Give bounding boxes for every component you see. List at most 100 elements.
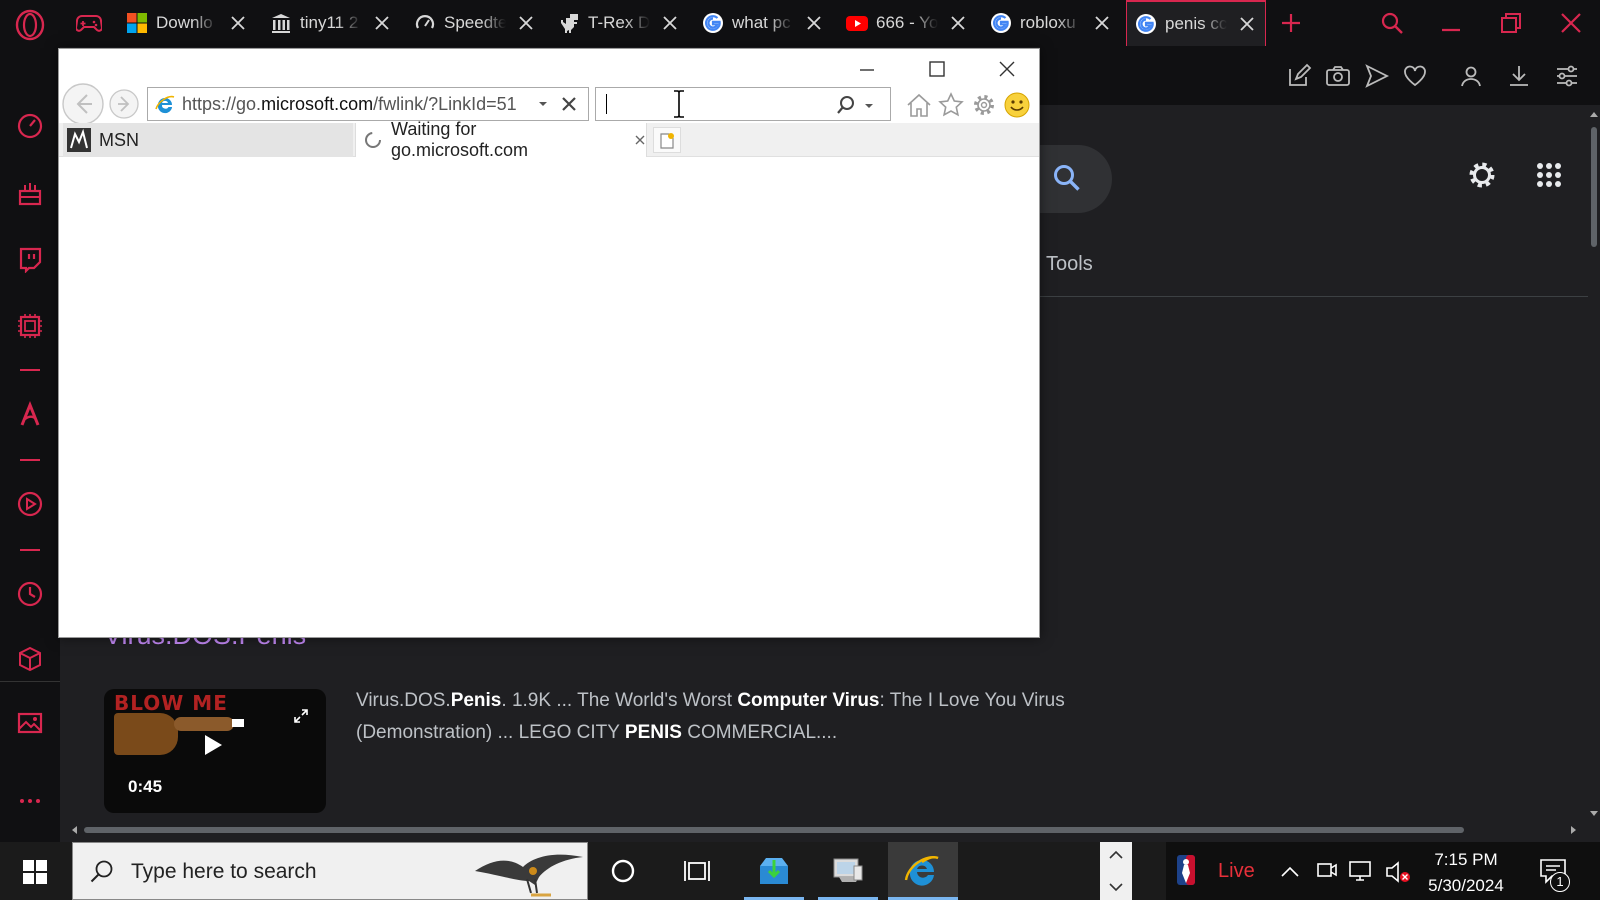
live-score-badge[interactable]: Live (1218, 860, 1255, 883)
minimize-icon[interactable] (1440, 12, 1462, 34)
extensions-cube-icon[interactable] (16, 645, 44, 673)
close-tab-icon[interactable] (374, 15, 390, 31)
horizontal-scrollbar-thumb[interactable] (84, 827, 1464, 833)
new-tab-plus-icon[interactable] (1280, 12, 1302, 34)
close-tab-icon[interactable] (662, 15, 678, 31)
ie-minimize-icon[interactable] (855, 57, 879, 81)
volume-muted-icon[interactable] (1384, 858, 1412, 886)
snippet-bold: PENIS (624, 722, 682, 743)
scroll-up-arrow-icon[interactable] (1590, 111, 1598, 119)
close-tab-icon[interactable] (806, 15, 822, 31)
ie-tab-loading[interactable]: Waiting for go.microsoft.com (355, 119, 647, 160)
ie-address-bar[interactable]: https://go.microsoft.com/fwlink/?LinkId=… (147, 87, 589, 121)
gallery-image-icon[interactable] (16, 709, 44, 737)
expand-icon[interactable] (294, 709, 308, 723)
favorites-star-icon[interactable] (937, 91, 965, 119)
camera-icon[interactable] (1325, 63, 1351, 89)
close-tab-icon[interactable] (1094, 15, 1110, 31)
close-tab-icon[interactable] (950, 15, 966, 31)
sidebar-divider (20, 549, 40, 551)
send-icon[interactable] (1364, 63, 1390, 89)
tools-gear-icon[interactable] (970, 91, 998, 119)
search-tabs-icon[interactable] (1380, 11, 1404, 35)
gift-cake-icon[interactable] (16, 179, 44, 207)
cortana-circle-icon[interactable] (610, 858, 636, 884)
opera-tab-1[interactable]: Downlo (118, 0, 262, 46)
history-clock-icon[interactable] (16, 580, 44, 608)
close-tab-icon[interactable] (230, 15, 246, 31)
player-play-icon[interactable] (16, 490, 44, 518)
home-icon[interactable] (905, 91, 933, 119)
close-tab-icon[interactable] (518, 15, 534, 31)
opera-tab-label: Speedte (444, 13, 506, 32)
google-g-icon (702, 12, 724, 34)
speed-dial-icon[interactable] (16, 112, 44, 140)
stop-loading-icon[interactable] (560, 95, 578, 113)
heart-bookmark-icon[interactable] (1402, 63, 1428, 89)
taskbar-clock[interactable]: 7:15 PM 5/30/2024 (1420, 847, 1512, 899)
opera-tab-5[interactable]: what pc (694, 0, 838, 46)
new-tab-button[interactable] (653, 127, 681, 153)
taskbar-system-app[interactable] (818, 842, 878, 900)
google-apps-icon[interactable] (1536, 162, 1562, 188)
opera-tab-8-active[interactable]: penis cc (1126, 0, 1266, 46)
ie-tab-msn[interactable]: MSN (63, 123, 353, 157)
meet-now-icon[interactable] (1316, 858, 1338, 884)
results-divider (1040, 296, 1588, 297)
opera-tab-3[interactable]: Speedte (406, 0, 550, 46)
chevron-up-icon[interactable] (1109, 850, 1123, 860)
download-icon[interactable] (1506, 63, 1532, 89)
easy-setup-icon[interactable] (1554, 63, 1580, 89)
profile-icon[interactable] (1458, 63, 1484, 89)
taskbar-internet-explorer[interactable] (888, 842, 958, 900)
feedback-smiley-icon[interactable] (1003, 91, 1031, 119)
opera-tab-label: 666 - Yo (876, 13, 938, 32)
opera-logo-icon[interactable] (14, 9, 46, 41)
settings-gear-icon[interactable] (1465, 158, 1499, 192)
ie-maximize-icon[interactable] (925, 57, 949, 81)
video-thumbnail[interactable]: BLOW ME 0:45 (104, 689, 326, 813)
nba-logo-icon[interactable] (1176, 854, 1196, 886)
search-submit-button[interactable] (1040, 145, 1112, 213)
back-button[interactable] (61, 82, 105, 126)
tools-tab[interactable]: Tools (1046, 253, 1093, 276)
taskbar-scroll-control[interactable] (1100, 842, 1132, 900)
forward-button[interactable] (109, 89, 139, 119)
scroll-left-arrow-icon[interactable] (70, 825, 80, 835)
opera-tab-6[interactable]: 666 - Yo (838, 0, 982, 46)
vertical-scrollbar-thumb[interactable] (1591, 127, 1597, 247)
search-icon[interactable] (836, 95, 856, 115)
edit-snapshot-icon[interactable] (1286, 63, 1312, 89)
ie-search-box[interactable] (595, 87, 891, 121)
aria-ai-icon[interactable] (16, 401, 44, 429)
taskbar-app-installer[interactable] (744, 842, 804, 900)
close-tab-icon[interactable] (1239, 16, 1255, 32)
msn-butterfly-icon (67, 128, 91, 152)
opera-tab-2[interactable]: tiny11 2 (262, 0, 406, 46)
task-view-icon[interactable] (683, 858, 711, 884)
thumbnail-figure (232, 719, 244, 727)
twitch-icon[interactable] (16, 245, 44, 273)
scroll-down-arrow-icon[interactable] (1590, 809, 1598, 817)
speedometer-icon (414, 12, 436, 34)
opera-tab-7[interactable]: robloxu (982, 0, 1126, 46)
opera-tab-4[interactable]: T-Rex D (550, 0, 694, 46)
chevron-up-icon[interactable] (1280, 864, 1300, 878)
snippet-bold: Computer Virus (737, 690, 880, 711)
restore-icon[interactable] (1500, 12, 1522, 34)
taskbar-search-box[interactable]: Type here to search (72, 842, 588, 900)
scroll-right-arrow-icon[interactable] (1568, 825, 1578, 835)
game-controller-icon[interactable] (76, 12, 102, 34)
chevron-down-icon[interactable] (1109, 882, 1123, 892)
windows-start-icon[interactable] (22, 859, 48, 885)
vertical-scrollbar[interactable] (1588, 105, 1600, 825)
ie-close-icon[interactable] (995, 57, 1019, 81)
address-dropdown-icon[interactable] (538, 99, 548, 109)
search-dropdown-icon[interactable] (864, 101, 874, 111)
more-options-icon[interactable] (16, 787, 44, 815)
result-snippet: Virus.DOS.Penis. 1.9K ... The World's Wo… (356, 685, 1076, 749)
close-window-icon[interactable] (1560, 12, 1582, 34)
hardware-chip-icon[interactable] (16, 312, 44, 340)
network-ethernet-icon[interactable] (1348, 858, 1374, 884)
close-tab-icon[interactable] (634, 134, 646, 146)
